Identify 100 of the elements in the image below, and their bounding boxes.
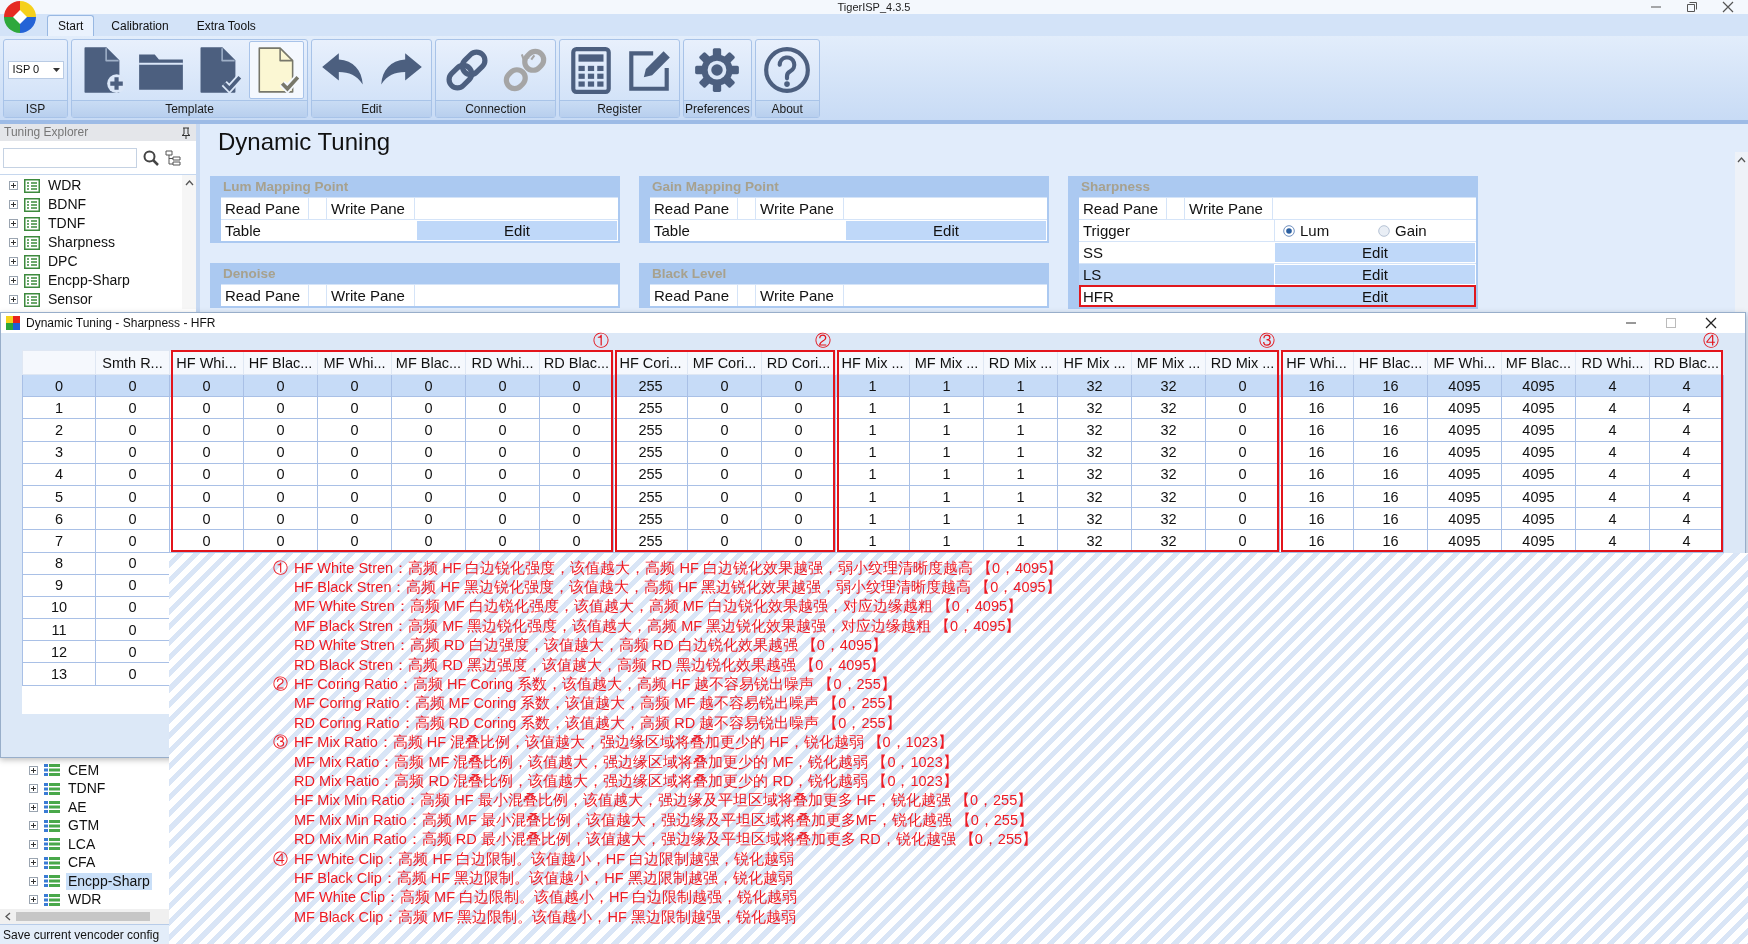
expand-icon[interactable] [9, 219, 18, 228]
edit-button[interactable]: Edit [1274, 242, 1476, 263]
table-cell: 0 [243, 441, 318, 464]
row-header[interactable]: 0 [22, 374, 96, 397]
table-cell: 0 [465, 441, 540, 464]
table-cell: 1 [983, 441, 1058, 464]
table-cell: 0 [317, 463, 392, 486]
row-header[interactable]: 4 [22, 463, 96, 486]
tree-item[interactable]: WDR [46, 177, 84, 194]
row-header[interactable]: 12 [22, 640, 96, 663]
table-cell: 16 [1353, 485, 1428, 508]
tree-item[interactable]: Encpp-Sharp [46, 272, 132, 289]
note-line: MF Black Clip：高频 MF 黑边限制。该值越小，HF 黑边限制越强，锐化越弱 [294, 907, 796, 926]
edit-button[interactable]: Edit [1274, 264, 1476, 285]
close-icon[interactable] [1722, 1, 1734, 13]
note-line: HF Black Clip：高频 HF 黑边限制。该值越小，HF 黑边限制越强，锐化越弱 [294, 868, 793, 887]
tree-item[interactable]: CEM [66, 761, 102, 779]
pin-icon[interactable] [181, 126, 191, 139]
tree-item[interactable]: Sensor [46, 291, 95, 308]
list-icon [24, 235, 40, 250]
table-cell: 32 [1131, 441, 1206, 464]
edit-button[interactable]: Edit [845, 220, 1047, 241]
row-header[interactable]: 5 [22, 485, 96, 508]
row-header[interactable]: 10 [22, 596, 96, 619]
table-cell: 0 [465, 418, 540, 442]
table-cell: 32 [1131, 418, 1206, 442]
table-cell: 4 [1649, 441, 1724, 464]
scroll-up-icon[interactable] [1737, 157, 1746, 163]
table-cell: 16 [1279, 396, 1354, 419]
row-header[interactable]: 13 [22, 662, 96, 686]
expand-icon[interactable] [29, 876, 38, 886]
table-cell: 0 [169, 396, 244, 419]
table-cell: 4 [1575, 441, 1650, 464]
tree-item[interactable]: DPC [46, 253, 80, 270]
tree-item[interactable]: Sharpness [46, 234, 117, 251]
ribbon-button[interactable] [249, 41, 304, 99]
scroll-left-icon[interactable] [5, 912, 11, 921]
table-cell: 32 [1131, 485, 1206, 508]
tree-item[interactable]: AE [66, 798, 89, 816]
ribbon-tab[interactable]: Extra Tools [185, 15, 267, 36]
tree-item[interactable]: GTM [66, 817, 102, 835]
table-cell: 0 [317, 507, 392, 530]
restore-icon[interactable] [1686, 1, 1698, 13]
row-header[interactable]: 11 [22, 618, 96, 641]
tree-item[interactable]: WDR [66, 891, 104, 909]
row-header[interactable]: 1 [22, 396, 96, 419]
row-header[interactable]: 9 [22, 574, 96, 597]
row-header[interactable]: 3 [22, 441, 96, 464]
expand-icon[interactable] [29, 802, 38, 812]
expand-icon[interactable] [29, 765, 38, 775]
tree-item[interactable]: TDNF [46, 215, 88, 232]
scroll-thumb[interactable] [16, 912, 150, 921]
radio-button[interactable] [1283, 224, 1295, 237]
table-cell: 0 [465, 507, 540, 530]
table-cell: 16 [1353, 441, 1428, 464]
table-cell: 1 [983, 463, 1058, 486]
expand-icon[interactable] [9, 200, 18, 209]
edit-button[interactable]: Edit [416, 220, 618, 241]
expand-icon[interactable] [9, 238, 18, 247]
expand-icon[interactable] [9, 181, 18, 190]
expand-icon[interactable] [29, 839, 38, 849]
expand-icon[interactable] [9, 276, 18, 285]
ribbon-tab[interactable]: Start [47, 15, 95, 36]
row-header[interactable]: 6 [22, 507, 96, 530]
table-cell: 0 [391, 463, 466, 486]
expand-icon[interactable] [29, 858, 38, 868]
search-field[interactable] [3, 147, 137, 168]
expand-icon[interactable] [29, 784, 38, 794]
row-header[interactable]: 7 [22, 529, 96, 552]
scroll-up-icon[interactable] [184, 180, 194, 186]
expand-icon[interactable] [9, 295, 18, 304]
table-cell: 0 [761, 441, 836, 464]
row-header[interactable]: 2 [22, 418, 96, 442]
table-cell: 255 [613, 441, 688, 464]
tree-item[interactable]: TDNF [66, 780, 108, 798]
tree-view-icon[interactable] [165, 149, 181, 166]
tree-item[interactable]: BDNF [46, 196, 89, 213]
isp-dropdown[interactable]: ISP 0 [7, 61, 64, 79]
tree-item[interactable]: LCA [66, 835, 98, 853]
table-cell: 1 [983, 396, 1058, 419]
table-cell: 0 [317, 441, 392, 464]
row-label: LS [1079, 264, 1274, 285]
edit-button[interactable]: Edit [1274, 286, 1476, 307]
search-icon[interactable] [143, 149, 159, 166]
table-cell: 4095 [1501, 441, 1576, 464]
expand-icon[interactable] [29, 821, 38, 831]
tree-item[interactable]: CFA [66, 854, 98, 872]
circled-number: ② [273, 675, 289, 694]
ribbon-tab[interactable]: Calibration [100, 15, 180, 36]
color-wheel-icon[interactable] [3, 0, 37, 34]
expand-icon[interactable] [29, 895, 38, 905]
tree-item[interactable]: Encpp-Sharp [66, 872, 152, 890]
note-line: HF Mix Min Ratio：高频 HF 最小混叠比例，该值越大，强边缘及平坦区域将叠加更多 HF，锐化越强 【0，255】 [294, 791, 1033, 810]
expand-icon[interactable] [9, 257, 18, 266]
table-cell: 0 [169, 485, 244, 508]
row-header[interactable]: 8 [22, 552, 96, 575]
panel-title: Sharpness [1080, 178, 1152, 196]
close-icon[interactable] [1705, 317, 1717, 329]
table-cell: 4 [1575, 418, 1650, 442]
radio-button[interactable] [1378, 224, 1390, 237]
